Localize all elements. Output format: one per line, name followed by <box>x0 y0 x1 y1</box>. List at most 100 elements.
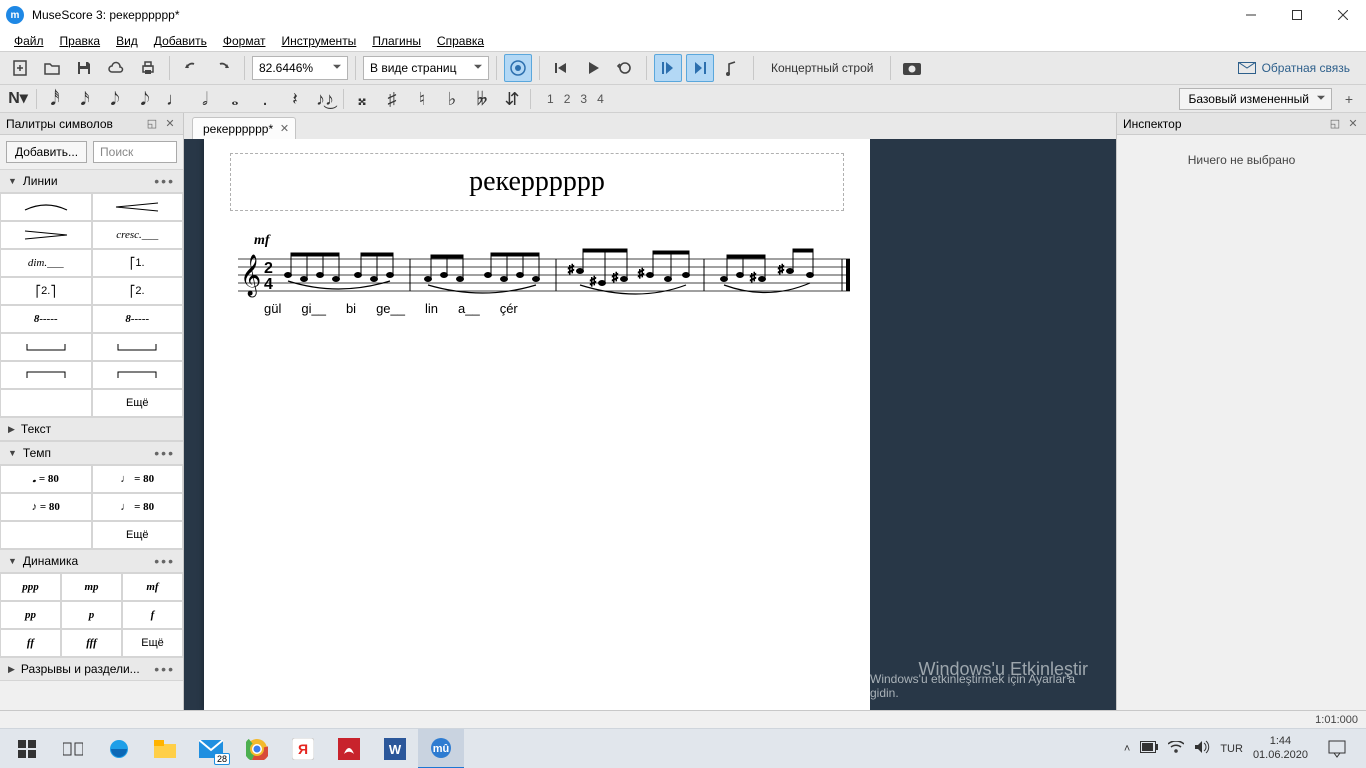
line-volta-2a[interactable]: ⎡2.⎤ <box>0 277 92 305</box>
line-slur[interactable] <box>0 193 92 221</box>
sharp-button[interactable]: ♯ <box>380 90 404 108</box>
tempo-half-80[interactable]: 𝅗 = 80 <box>0 465 92 493</box>
dyn-mp[interactable]: mp <box>61 573 122 601</box>
dyn-ff[interactable]: ff <box>0 629 61 657</box>
rewind-button[interactable] <box>547 54 575 82</box>
line-decresc-hairpin[interactable] <box>0 221 92 249</box>
concert-pitch-button[interactable]: Концертный строй <box>761 61 883 75</box>
line-ottava-b[interactable]: 8----- <box>92 305 184 333</box>
voice-1[interactable]: 1 <box>547 92 554 106</box>
tray-chevron-up-icon[interactable]: ˄ <box>1124 743 1130 755</box>
palettes-undock-icon[interactable]: ◱ <box>145 117 159 131</box>
tie-button[interactable]: ♪͜♪ <box>313 90 337 108</box>
line-pedal-b[interactable] <box>92 333 184 361</box>
palettes-close-icon[interactable]: ✕ <box>163 117 177 131</box>
redo-button[interactable] <box>209 54 237 82</box>
line-cresc-text[interactable]: cresc.___ <box>92 221 184 249</box>
taskbar-explorer[interactable] <box>142 729 188 768</box>
window-close-button[interactable] <box>1320 0 1366 30</box>
line-bracket-b[interactable] <box>92 361 184 389</box>
line-bracket-a[interactable] <box>0 361 92 389</box>
window-minimize-button[interactable] <box>1228 0 1274 30</box>
tempo-quarter-80b[interactable]: ♩ = 80 <box>92 493 184 521</box>
print-button[interactable] <box>134 54 162 82</box>
menu-edit[interactable]: Правка <box>54 33 107 49</box>
dot-button[interactable]: . <box>253 89 277 109</box>
count-in-button[interactable] <box>718 54 746 82</box>
voice-2[interactable]: 2 <box>564 92 571 106</box>
natural-button[interactable]: ♮ <box>410 90 434 108</box>
dyn-mf[interactable]: mf <box>122 573 183 601</box>
line-dim-text[interactable]: dim.___ <box>0 249 92 277</box>
tray-clock[interactable]: 1:44 01.06.2020 <box>1253 735 1308 761</box>
dyn-ppp[interactable]: ppp <box>0 573 61 601</box>
menu-tools[interactable]: Инструменты <box>275 33 362 49</box>
taskbar-acrobat[interactable] <box>326 729 372 768</box>
menu-add[interactable]: Добавить <box>148 33 213 49</box>
tempo-more[interactable]: Ещё <box>92 521 184 549</box>
taskbar-word[interactable]: W <box>372 729 418 768</box>
menu-plugins[interactable]: Плагины <box>366 33 427 49</box>
loop-out-button[interactable] <box>686 54 714 82</box>
document-tab[interactable]: рекерррррр* ✕ <box>192 117 296 139</box>
voice-3[interactable]: 3 <box>580 92 587 106</box>
duration-32nd[interactable]: 𝅘𝅥𝅯 <box>73 90 97 108</box>
taskbar-musescore[interactable]: mû <box>418 729 464 768</box>
document-tab-close-icon[interactable]: ✕ <box>280 122 289 135</box>
duration-quarter[interactable]: ♩ <box>163 90 187 108</box>
palette-section-breaks[interactable]: ▶ Разрывы и раздели... ••• <box>0 657 183 681</box>
feedback-link[interactable]: Обратная связь <box>1238 61 1360 75</box>
double-sharp-button[interactable]: 𝄪 <box>350 90 374 108</box>
task-view-button[interactable] <box>50 729 96 768</box>
rest-button[interactable]: 𝄽 <box>283 90 307 108</box>
dyn-p[interactable]: p <box>61 601 122 629</box>
score-title[interactable]: рекерррррр <box>469 166 605 198</box>
cloud-button[interactable] <box>102 54 130 82</box>
undo-button[interactable] <box>177 54 205 82</box>
line-ottava-a[interactable]: 8----- <box>0 305 92 333</box>
taskbar-chrome[interactable] <box>234 729 280 768</box>
palette-section-lines-menu[interactable]: ••• <box>154 173 175 189</box>
score-lyrics[interactable]: gül gi__ bi ge__ lin a__ çér <box>264 301 518 316</box>
loop-button[interactable] <box>611 54 639 82</box>
tempo-quarter-80a[interactable]: ♩ = 80 <box>92 465 184 493</box>
inspector-close-icon[interactable]: ✕ <box>1346 117 1360 131</box>
line-pedal-a[interactable] <box>0 333 92 361</box>
workspace-select[interactable]: Базовый измененный <box>1179 88 1332 110</box>
duration-64th[interactable]: 𝅘𝅥𝅰 <box>43 90 67 108</box>
menu-help[interactable]: Справка <box>431 33 490 49</box>
metronome-button[interactable] <box>504 54 532 82</box>
workspace-add-button[interactable]: + <box>1338 88 1360 110</box>
window-maximize-button[interactable] <box>1274 0 1320 30</box>
duration-8th[interactable]: 𝅘𝅥𝅮 <box>133 90 157 108</box>
play-button[interactable] <box>579 54 607 82</box>
menu-file[interactable]: Файл <box>8 33 50 49</box>
palette-add-button[interactable]: Добавить... <box>6 141 87 163</box>
tray-language[interactable]: TUR <box>1220 743 1243 755</box>
note-input-mode-button[interactable]: N▾ <box>6 91 30 107</box>
screenshot-button[interactable] <box>898 54 926 82</box>
duration-half[interactable]: 𝅗𝅥 <box>193 90 217 108</box>
score-title-frame[interactable]: рекерррррр <box>230 153 844 211</box>
dyn-more[interactable]: Ещё <box>122 629 183 657</box>
score-canvas[interactable]: рекерррррр mf 𝄞 <box>184 139 1116 710</box>
flip-button[interactable]: ⇵ <box>500 90 524 108</box>
save-button[interactable] <box>70 54 98 82</box>
voice-4[interactable]: 4 <box>597 92 604 106</box>
new-file-button[interactable] <box>6 54 34 82</box>
palette-section-lines[interactable]: ▼ Линии ••• <box>0 169 183 193</box>
double-flat-button[interactable]: 𝄫 <box>470 90 494 108</box>
duration-whole[interactable]: 𝅝 <box>223 90 247 108</box>
palette-section-breaks-menu[interactable]: ••• <box>154 661 175 677</box>
inspector-undock-icon[interactable]: ◱ <box>1328 117 1342 131</box>
zoom-select[interactable]: 82.6446% <box>252 56 348 80</box>
dyn-fff[interactable]: fff <box>61 629 122 657</box>
taskbar-edge[interactable] <box>96 729 142 768</box>
palette-section-tempo-menu[interactable]: ••• <box>154 445 175 461</box>
open-file-button[interactable] <box>38 54 66 82</box>
menu-format[interactable]: Формат <box>217 33 272 49</box>
duration-16th[interactable]: 𝅘𝅥𝅮 <box>103 90 127 108</box>
dyn-f[interactable]: f <box>122 601 183 629</box>
palette-search-input[interactable]: Поиск <box>93 141 177 163</box>
palette-section-text[interactable]: ▶ Текст <box>0 417 183 441</box>
